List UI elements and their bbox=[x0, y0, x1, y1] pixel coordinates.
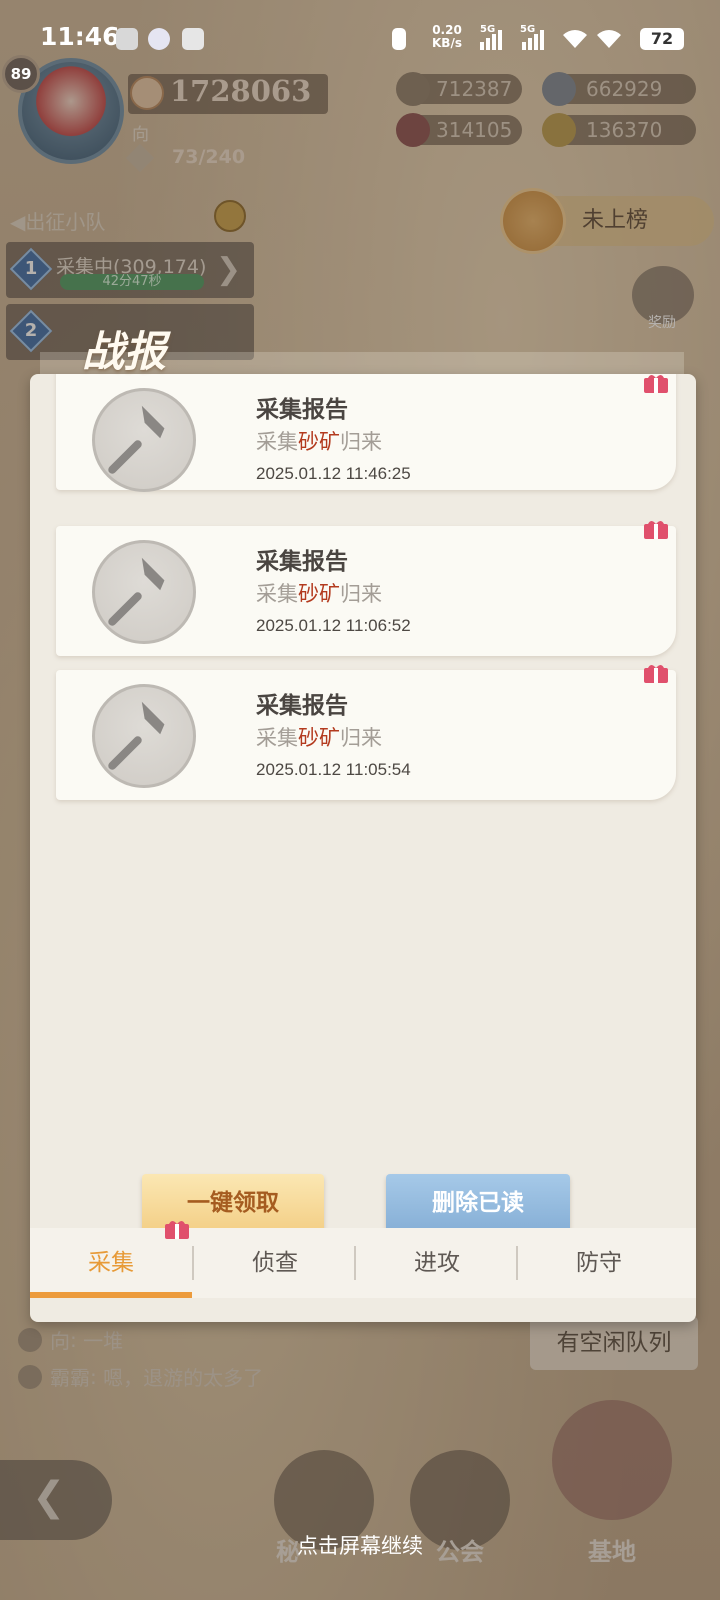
tab-defend[interactable]: 防守 bbox=[518, 1228, 680, 1298]
gift-badge-icon bbox=[644, 375, 668, 393]
status-time: 11:46 bbox=[40, 22, 120, 51]
hammer-icon bbox=[92, 388, 196, 492]
vibrate-icon bbox=[392, 28, 406, 50]
battery-level: 72 bbox=[640, 28, 684, 50]
signal-icon bbox=[480, 28, 506, 50]
assistant-app-icon bbox=[182, 28, 204, 50]
report-time: 2025.01.12 11:46:25 bbox=[256, 464, 411, 483]
gift-badge-icon bbox=[644, 665, 668, 683]
report-summary: 采集砂矿归来 bbox=[256, 582, 382, 606]
report-tabs: 采集 侦查 进攻 防守 bbox=[30, 1228, 696, 1298]
tap-to-continue-hint[interactable]: 点击屏幕继续 bbox=[0, 1530, 720, 1560]
active-tab-indicator bbox=[30, 1292, 192, 1298]
delete-read-button[interactable]: 删除已读 bbox=[386, 1174, 570, 1232]
hammer-icon bbox=[92, 684, 196, 788]
vivo-app-icon bbox=[116, 28, 138, 50]
notification-app-icon bbox=[148, 28, 170, 50]
tab-attack[interactable]: 进攻 bbox=[356, 1228, 518, 1298]
report-card[interactable]: 采集报告 采集砂矿归来 2025.01.12 11:06:52 bbox=[56, 526, 676, 656]
status-bar: 11:46 0.20 KB/s 5G 5G 72 bbox=[0, 0, 720, 76]
gift-badge-icon bbox=[165, 1221, 189, 1239]
hammer-icon bbox=[92, 540, 196, 644]
network-speed: 0.20 KB/s bbox=[432, 23, 462, 50]
report-time: 2025.01.12 11:05:54 bbox=[256, 760, 411, 779]
tab-scout[interactable]: 侦查 bbox=[194, 1228, 356, 1298]
report-summary: 采集砂矿归来 bbox=[256, 726, 382, 750]
report-title: 采集报告 bbox=[256, 397, 348, 423]
report-summary: 采集砂矿归来 bbox=[256, 430, 382, 454]
gift-badge-icon bbox=[644, 521, 668, 539]
dialog-title: 战报 bbox=[82, 327, 167, 376]
report-card[interactable]: 采集报告 采集砂矿归来 2025.01.12 11:05:54 bbox=[56, 670, 676, 800]
report-title: 采集报告 bbox=[256, 549, 348, 575]
wifi-icon bbox=[563, 30, 587, 48]
battle-report-dialog: 采集报告 采集砂矿归来 2025.01.12 11:46:25 采集报告 采集砂… bbox=[30, 374, 696, 1322]
wifi-icon bbox=[597, 30, 621, 48]
report-title: 采集报告 bbox=[256, 693, 348, 719]
signal-icon bbox=[522, 28, 548, 50]
report-time: 2025.01.12 11:06:52 bbox=[256, 616, 411, 635]
report-card[interactable]: 采集报告 采集砂矿归来 2025.01.12 11:46:25 bbox=[56, 374, 676, 492]
